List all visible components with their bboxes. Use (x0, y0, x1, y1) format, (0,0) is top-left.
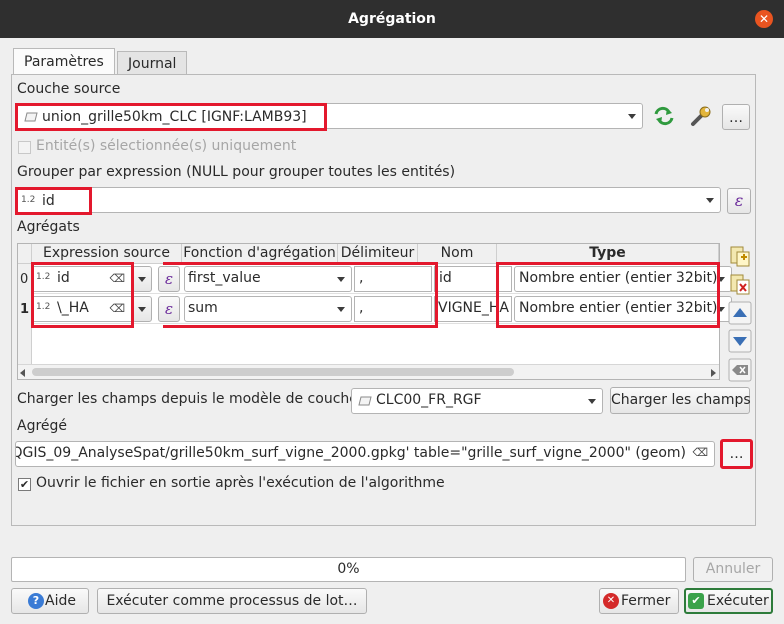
header-delimiter[interactable]: Délimiteur (338, 244, 418, 264)
chevron-down-icon (588, 399, 596, 404)
help-label: Aide (45, 593, 76, 609)
selected-only-label: Entité(s) sélectionnée(s) uniquement (36, 138, 297, 154)
row-index: 0 (20, 272, 29, 287)
chevron-down-icon (628, 114, 636, 119)
aggregates-label: Agrégats (17, 219, 80, 235)
open-after-checkbox[interactable]: ✔ (18, 478, 31, 491)
close-label: Fermer (621, 593, 671, 609)
delete-field-icon[interactable] (728, 272, 752, 296)
group-by-label: Grouper par expression (NULL pour groupe… (17, 164, 456, 180)
tab-journal[interactable]: Journal (117, 51, 188, 75)
load-fields-button[interactable]: Charger les champs (610, 387, 751, 414)
window-titlebar: Agrégation (0, 0, 784, 38)
layer-icon (24, 112, 38, 122)
source-more-button[interactable]: … (722, 104, 750, 130)
scroll-thumb[interactable] (32, 368, 514, 376)
expression-dropdown[interactable] (132, 266, 152, 292)
template-layer-combo[interactable]: CLC00_FR_RGF (351, 388, 603, 414)
source-layer-label: Couche source (17, 81, 121, 97)
output-path-field[interactable]: toQGIS_09_AnalyseSpat/grille50km_surf_vi… (15, 441, 715, 467)
progress-bar: 0% (11, 557, 686, 582)
clear-fields-icon[interactable] (728, 358, 752, 382)
highlight-middle (163, 262, 438, 328)
numeric-type-icon: 1.2 (21, 195, 36, 205)
output-label: Agrégé (17, 418, 68, 434)
header-expression[interactable]: Expression source (32, 244, 182, 264)
highlight-type (496, 262, 720, 328)
open-after-label: Ouvrir le fichier en sortie après l'exéc… (36, 475, 445, 491)
output-path-value: toQGIS_09_AnalyseSpat/grille50km_surf_vi… (15, 445, 686, 461)
header-name[interactable]: Nom (418, 244, 497, 264)
window-close-button[interactable]: ✕ (755, 10, 773, 28)
close-button[interactable]: ✕ Fermer (599, 588, 679, 614)
group-by-value: id (42, 193, 55, 209)
check-icon: ✔ (688, 593, 704, 609)
add-field-icon[interactable] (728, 244, 752, 268)
table-corner (18, 244, 32, 264)
group-by-value-box: 1.2 id (15, 187, 92, 215)
selected-only-checkbox[interactable] (18, 141, 31, 154)
scroll-left-icon[interactable] (20, 369, 25, 377)
clear-icon[interactable]: ⌫ (692, 446, 708, 459)
refresh-icon[interactable] (652, 105, 676, 127)
header-type[interactable]: Type (497, 244, 719, 264)
help-button[interactable]: ? Aide (11, 588, 89, 614)
load-fields-label: Charger les champs depuis le modèle de c… (17, 391, 358, 407)
layer-icon (358, 396, 372, 406)
chevron-down-icon (138, 307, 146, 312)
batch-button[interactable]: Exécuter comme processus de lot… (97, 588, 367, 614)
header-function[interactable]: Fonction d'agrégation (182, 244, 338, 264)
cancel-button[interactable]: Annuler (693, 557, 773, 582)
source-layer-value: union_grille50km_CLC [IGNF:LAMB93] (42, 109, 307, 125)
source-layer-value-box: union_grille50km_CLC [IGNF:LAMB93] (15, 103, 327, 131)
progress-text: 0% (337, 561, 360, 577)
output-more-button[interactable]: … (720, 439, 753, 469)
table-hscrollbar[interactable] (18, 364, 719, 379)
scroll-right-icon[interactable] (711, 369, 716, 377)
tab-parametres[interactable]: Paramètres (13, 48, 115, 76)
close-icon: ✕ (603, 593, 619, 609)
expression-button[interactable]: ε (727, 188, 751, 214)
move-up-icon[interactable] (728, 301, 752, 325)
template-layer-value: CLC00_FR_RGF (376, 392, 482, 408)
run-button[interactable]: ✔ Exécuter (684, 588, 773, 614)
window-title: Agrégation (348, 11, 436, 27)
highlight-expression (31, 262, 134, 328)
move-down-icon[interactable] (728, 329, 752, 353)
wrench-icon[interactable] (688, 104, 714, 128)
help-icon: ? (28, 593, 44, 609)
run-label: Exécuter (707, 593, 769, 609)
expression-dropdown[interactable] (132, 296, 152, 322)
group-by-field[interactable] (15, 187, 721, 213)
chevron-down-icon (138, 277, 146, 282)
name-value: id (439, 270, 452, 286)
row-index: 1 (20, 302, 30, 317)
chevron-down-icon (706, 198, 714, 203)
